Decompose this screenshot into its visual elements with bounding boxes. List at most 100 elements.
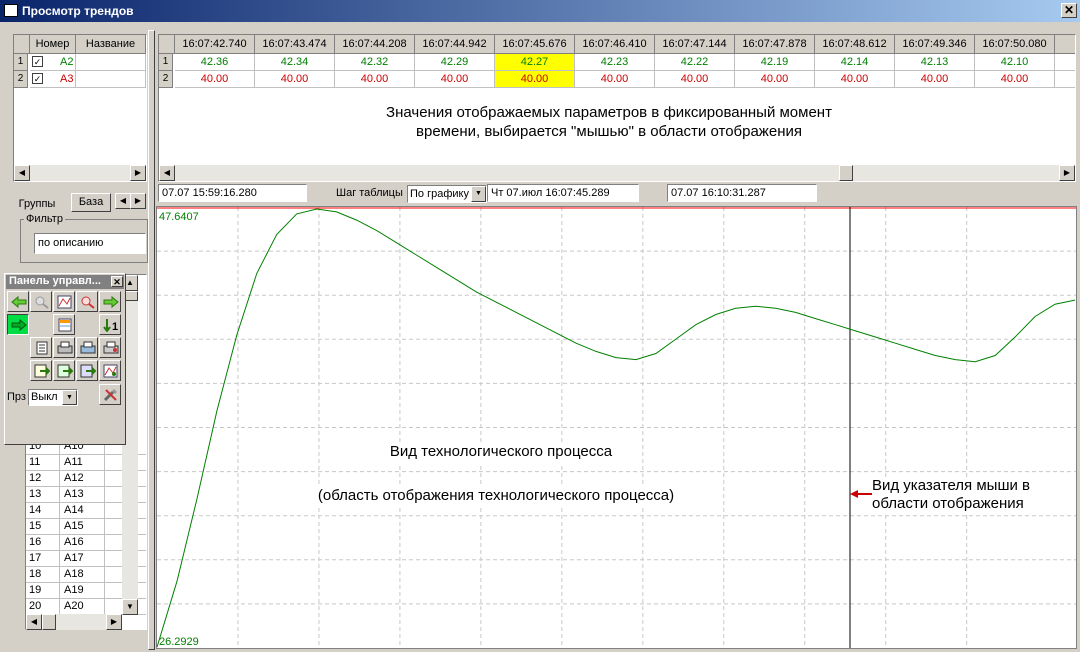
window-titlebar: Просмотр трендов ✕ bbox=[0, 0, 1080, 22]
tools-icon[interactable] bbox=[99, 384, 121, 405]
param-row-name bbox=[76, 71, 146, 88]
tag-scroll-right-icon[interactable]: ▶ bbox=[106, 614, 122, 630]
grid-cell[interactable]: 42.22 bbox=[655, 54, 735, 71]
grid-cell[interactable]: 40.00 bbox=[335, 71, 415, 88]
zoom-out-icon[interactable] bbox=[76, 291, 98, 312]
tab-prev-arrow-icon[interactable]: ◀ bbox=[115, 193, 131, 209]
tag-item-number: 11 bbox=[26, 455, 60, 471]
grid-cell[interactable]: 42.10 bbox=[975, 54, 1055, 71]
grid-cell[interactable]: 42.14 bbox=[815, 54, 895, 71]
tab-groups[interactable]: Группы bbox=[14, 196, 60, 213]
arrow-right-active-icon[interactable] bbox=[7, 314, 29, 335]
param-hscrollbar[interactable]: ◀ ▶ bbox=[14, 165, 146, 181]
marker-label: 1 bbox=[112, 321, 118, 332]
grid-cell[interactable]: 40.00 bbox=[495, 71, 575, 88]
param-col-name[interactable]: Название bbox=[76, 35, 146, 54]
checkbox[interactable]: ✓ bbox=[32, 73, 43, 84]
grid-col-time[interactable]: 16:07:50.080 bbox=[975, 35, 1055, 54]
param-row-check[interactable]: ✓ A2 bbox=[30, 54, 76, 71]
chart-area[interactable]: 47.6407 26.2929 Вид технологического про… bbox=[156, 206, 1077, 649]
grid-cell[interactable]: 40.00 bbox=[255, 71, 335, 88]
export-icon[interactable] bbox=[30, 360, 52, 381]
checkbox[interactable]: ✓ bbox=[32, 56, 43, 67]
tag-item-name: A12 bbox=[61, 471, 105, 487]
tag-hscrollbar[interactable]: ◀ ▶ bbox=[26, 614, 122, 630]
scroll-left-arrow-icon[interactable]: ◀ bbox=[14, 165, 30, 181]
grid-col-time[interactable]: 16:07:44.208 bbox=[335, 35, 415, 54]
grid-scroll-thumb[interactable] bbox=[839, 165, 853, 181]
grid-col-time[interactable]: 16:07:43.474 bbox=[255, 35, 335, 54]
tag-item-name: A15 bbox=[61, 519, 105, 535]
grid-cell[interactable]: 42.19 bbox=[735, 54, 815, 71]
print-setup-icon[interactable] bbox=[99, 337, 121, 358]
grid-cell[interactable]: 42.23 bbox=[575, 54, 655, 71]
tag-scroll-left-icon[interactable]: ◀ bbox=[26, 614, 42, 630]
step-select[interactable]: По графику ▼ bbox=[407, 185, 487, 203]
grid-scroll-left-icon[interactable]: ◀ bbox=[159, 165, 175, 181]
table-settings-icon[interactable] bbox=[53, 314, 75, 335]
export-image-icon[interactable] bbox=[99, 360, 121, 381]
grid-scroll-right-icon[interactable]: ▶ bbox=[1059, 165, 1075, 181]
print-preview-icon[interactable] bbox=[76, 337, 98, 358]
document-icon[interactable] bbox=[30, 337, 52, 358]
control-panel-titlebar[interactable]: Панель управл... ✕ bbox=[6, 275, 124, 289]
chevron-down-icon[interactable]: ▼ bbox=[62, 390, 77, 405]
grid-col-time[interactable]: 16:07:48.612 bbox=[815, 35, 895, 54]
control-panel-close-icon[interactable]: ✕ bbox=[111, 276, 123, 287]
grid-col-time[interactable]: 16 bbox=[1055, 35, 1075, 54]
grid-cell[interactable]: 40.00 bbox=[895, 71, 975, 88]
grid-cell[interactable]: 40.00 bbox=[735, 71, 815, 88]
grid-col-time[interactable]: 16:07:49.346 bbox=[895, 35, 975, 54]
grid-cell[interactable] bbox=[1055, 71, 1075, 88]
grid-col-time[interactable]: 16:07:45.676 bbox=[495, 35, 575, 54]
grid-col-time[interactable]: 16:07:46.410 bbox=[575, 35, 655, 54]
sort-marker-icon[interactable]: 1 bbox=[99, 314, 121, 335]
grid-col-time[interactable]: 16:07:44.942 bbox=[415, 35, 495, 54]
grid-cell[interactable]: 42.29 bbox=[415, 54, 495, 71]
grid-col-time[interactable]: 16:07:42.740 bbox=[175, 35, 255, 54]
close-button[interactable]: ✕ bbox=[1061, 3, 1077, 18]
grid-cell[interactable]: 42.36 bbox=[175, 54, 255, 71]
param-list-corner bbox=[14, 35, 30, 54]
param-col-number[interactable]: Номер bbox=[30, 35, 76, 54]
process-annotation-sub: (область отображения технологического пр… bbox=[281, 487, 711, 507]
grid-cell[interactable]: 42.34 bbox=[255, 54, 335, 71]
param-row-check[interactable]: ✓ A3 bbox=[30, 71, 76, 88]
vertical-splitter[interactable] bbox=[148, 30, 155, 650]
grid-cell[interactable]: 40.00 bbox=[655, 71, 735, 88]
grid-cell[interactable]: 40.00 bbox=[175, 71, 255, 88]
grid-cell[interactable] bbox=[1055, 54, 1075, 71]
grid-cell[interactable]: 42.13 bbox=[895, 54, 975, 71]
cursor-annotation: Вид указателя мыши в области отображения bbox=[872, 477, 1062, 513]
grid-cell[interactable]: 40.00 bbox=[415, 71, 495, 88]
cursor-time-field[interactable]: Чт 07.июл 16:07:45.289 bbox=[487, 184, 639, 202]
grid-hscrollbar[interactable]: ◀ ▶ bbox=[159, 165, 1075, 181]
step-chevron-down-icon[interactable]: ▼ bbox=[471, 186, 486, 202]
tab-base[interactable]: База bbox=[71, 193, 111, 212]
grid-col-time[interactable]: 16:07:47.144 bbox=[655, 35, 735, 54]
grid-cell[interactable]: 40.00 bbox=[975, 71, 1055, 88]
scroll-right-arrow-icon[interactable]: ▶ bbox=[130, 165, 146, 181]
end-time-field[interactable]: 07.07 16:10:31.287 bbox=[667, 184, 817, 202]
prz-select[interactable]: Выкл ▼ bbox=[28, 389, 78, 406]
grid-cell[interactable]: 40.00 bbox=[575, 71, 655, 88]
arrow-right-green-icon[interactable] bbox=[99, 291, 121, 312]
grid-cell[interactable]: 42.27 bbox=[495, 54, 575, 71]
filter-input[interactable]: по описанию bbox=[34, 233, 146, 254]
window-title: Просмотр трендов bbox=[22, 4, 134, 18]
trend-chart[interactable] bbox=[157, 207, 1076, 648]
export-chart-icon[interactable] bbox=[76, 360, 98, 381]
zoom-icon[interactable] bbox=[30, 291, 52, 312]
tag-scroll-down-icon[interactable]: ▼ bbox=[122, 599, 138, 615]
grid-col-time[interactable]: 16:07:47.878 bbox=[735, 35, 815, 54]
export-table-icon[interactable] bbox=[53, 360, 75, 381]
grid-cell[interactable]: 40.00 bbox=[815, 71, 895, 88]
tab-next-arrow-icon[interactable]: ▶ bbox=[130, 193, 146, 209]
print-icon[interactable] bbox=[53, 337, 75, 358]
start-time-field[interactable]: 07.07 15:59:16.280 bbox=[158, 184, 307, 202]
param-list: Номер Название 1 ✓ A2 2 ✓ A3 ◀ ▶ bbox=[13, 34, 147, 182]
arrow-left-green-icon[interactable] bbox=[7, 291, 29, 312]
chart-zoom-icon[interactable] bbox=[53, 291, 75, 312]
tag-scroll-hthumb[interactable] bbox=[42, 614, 56, 630]
grid-cell[interactable]: 42.32 bbox=[335, 54, 415, 71]
